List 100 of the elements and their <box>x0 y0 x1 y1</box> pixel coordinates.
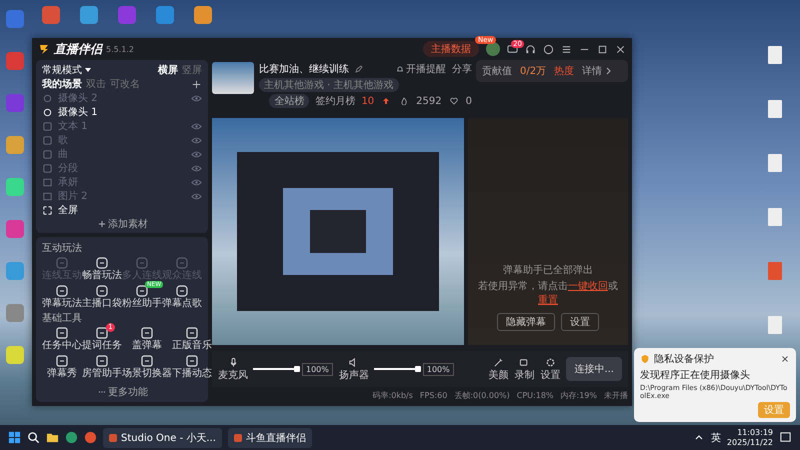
orientation-tab[interactable]: 横屏 <box>158 63 178 77</box>
desktop-icon[interactable] <box>6 178 24 196</box>
tool-icon <box>55 326 69 340</box>
tool-button[interactable]: 场景切换器 <box>122 354 172 380</box>
microphone-label: 麦克风 <box>218 368 248 382</box>
scene-tab[interactable]: 我的场景 <box>42 77 82 91</box>
desktop-icon[interactable] <box>6 346 24 364</box>
browser-icon[interactable] <box>65 431 78 444</box>
menu-icon[interactable] <box>561 44 572 54</box>
danmu-notice: 弹幕助手已全部弹出 <box>502 264 594 277</box>
version-label: 5.5.1.2 <box>106 44 134 54</box>
bell-icon <box>396 65 404 73</box>
feature-button[interactable]: 畅普玩法 <box>82 256 122 282</box>
status-item: 丢帧:0(0.00%) <box>454 390 510 401</box>
clock-time[interactable]: 11:03:19 <box>737 428 773 438</box>
heat-label: 热度 <box>554 64 574 78</box>
danmu-button[interactable]: 隐藏弹幕 <box>497 313 555 331</box>
tool-button[interactable]: 盖弹幕 <box>122 326 172 352</box>
source-item[interactable]: 摄像头 1 <box>42 105 202 119</box>
notification-title: 隐私设备保护 <box>654 352 714 366</box>
tool-icon <box>55 256 69 270</box>
close-icon[interactable] <box>615 44 626 54</box>
flame-icon <box>400 97 408 105</box>
add-source-button[interactable]: 添加素材 <box>42 217 202 230</box>
wand-icon <box>492 356 504 368</box>
tool-button[interactable]: 任务中心 <box>42 326 82 352</box>
heart-icon <box>450 97 458 105</box>
tool-icon <box>95 284 109 298</box>
avatar[interactable] <box>486 42 500 56</box>
stream-title[interactable]: 比赛加油、继续训练 <box>259 62 349 76</box>
add-icon[interactable] <box>191 78 202 90</box>
remind-button[interactable]: 开播提醒 <box>394 62 446 76</box>
danmu-button[interactable]: 设置 <box>561 313 599 331</box>
headset-icon[interactable] <box>525 44 536 54</box>
feature-button[interactable]: 弹幕点歌 <box>162 284 202 310</box>
toolbar-button[interactable]: 录制 <box>514 356 534 382</box>
source-item[interactable]: 全屏 <box>42 203 202 217</box>
tool-button[interactable]: 正版音乐 <box>172 326 212 352</box>
screen-icon <box>42 204 53 216</box>
status-item: FPS:60 <box>420 391 448 400</box>
rank-button[interactable]: 全站榜 <box>269 94 310 108</box>
cover-thumbnail[interactable] <box>212 62 254 94</box>
tool-icon <box>175 256 189 270</box>
connect-button[interactable]: 连接中... <box>566 357 622 381</box>
folder-icon[interactable] <box>46 431 59 444</box>
desktop-icon[interactable] <box>80 6 98 24</box>
app-icon[interactable] <box>84 431 97 444</box>
share-button[interactable]: 分享 <box>452 62 472 76</box>
settings-icon <box>544 356 556 368</box>
volume-reading: 100% <box>422 362 454 376</box>
volume-reading: 100% <box>302 362 333 376</box>
tool-button[interactable]: 房管助手 <box>82 354 122 380</box>
tool-icon <box>185 326 199 340</box>
input-method-indicator[interactable]: 英 <box>710 430 721 444</box>
search-icon[interactable] <box>27 431 40 444</box>
monthly-rank-value: 10 <box>361 96 374 106</box>
like-count: 0 <box>466 96 472 106</box>
desktop-icon[interactable] <box>194 6 212 24</box>
clock-date[interactable]: 2025/11/22 <box>726 438 773 448</box>
tool-button[interactable]: 下播动态 <box>172 354 212 380</box>
reset-link[interactable]: 重置 <box>538 295 558 306</box>
feature-button[interactable]: 主播口袋 <box>82 284 122 310</box>
tray-expand-icon[interactable] <box>694 434 703 442</box>
tool-icon <box>95 326 109 340</box>
tool-icon <box>95 354 109 368</box>
taskbar-item[interactable]: Studio One - 小天... <box>103 428 222 448</box>
details-link[interactable]: 详情 <box>582 64 614 78</box>
toolbar-button[interactable]: 设置 <box>540 356 560 382</box>
logo-icon <box>38 43 50 55</box>
category-tag[interactable]: 主机其他游戏 · 主机其他游戏 <box>259 78 399 92</box>
desktop-icon[interactable] <box>42 6 60 24</box>
toolbar-button[interactable]: 美颜 <box>488 356 508 382</box>
tool-icon <box>135 256 149 270</box>
up-arrow-icon <box>382 97 390 105</box>
desktop-icon[interactable] <box>6 10 24 28</box>
mode-dropdown[interactable]: 常规模式 <box>42 63 94 77</box>
recall-link[interactable]: 一键收回 <box>568 281 608 292</box>
edit-icon[interactable] <box>355 65 363 73</box>
desktop-icon[interactable] <box>6 220 24 238</box>
tool-button[interactable]: 弹幕秀 <box>42 354 82 380</box>
tool-icon <box>55 354 69 368</box>
speaker-label: 扬声器 <box>338 368 369 382</box>
tool-icon <box>185 354 199 368</box>
maximize-icon[interactable] <box>597 44 608 54</box>
desktop-icon[interactable] <box>6 304 24 322</box>
tool-icon <box>135 284 149 298</box>
streamer-data-button[interactable]: 主播数据 <box>423 41 479 57</box>
start-icon[interactable] <box>8 431 21 444</box>
section-heading: 基础工具 <box>42 312 83 325</box>
notification-message: 发现程序正在使用摄像头 <box>640 368 751 382</box>
more-features-link[interactable]: 更多功能 <box>42 385 202 399</box>
desktop-icon[interactable] <box>156 6 174 24</box>
close-icon[interactable] <box>780 354 790 364</box>
feature-button[interactable]: 弹幕玩法 <box>42 284 82 310</box>
taskbar-item[interactable]: 斗鱼直播伴侣 <box>228 428 312 448</box>
notification-icon[interactable] <box>779 431 792 444</box>
plus-icon <box>98 220 106 228</box>
chevron-icon <box>604 67 612 75</box>
desktop-icon[interactable] <box>6 136 24 154</box>
contribution-label: 贡献值 <box>482 64 512 78</box>
